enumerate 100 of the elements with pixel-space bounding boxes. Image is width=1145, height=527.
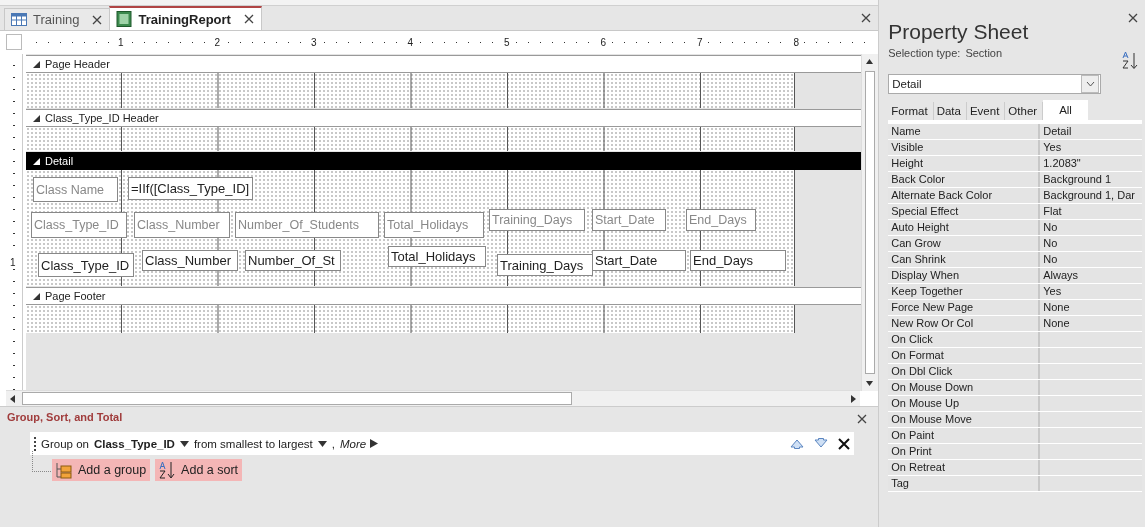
add-sort-button[interactable]: Add a sort xyxy=(155,459,243,481)
add-group-button[interactable]: Add a group xyxy=(52,459,151,481)
property-value[interactable]: Background 1, Dar xyxy=(1040,188,1143,203)
section-bar[interactable]: Page Header xyxy=(26,55,861,73)
property-name: Can Shrink xyxy=(888,252,1041,267)
close-icon xyxy=(91,13,104,26)
property-value[interactable] xyxy=(1040,412,1143,427)
document-tab[interactable]: TrainingReport xyxy=(109,6,262,30)
collapse-arrow-icon xyxy=(32,291,41,301)
ruler-number: 2 xyxy=(213,36,221,48)
close-icon xyxy=(856,413,869,425)
section-title: Class_Type_ID Header xyxy=(45,112,159,124)
object-selector-dropdown[interactable]: Detail xyxy=(888,74,1102,94)
chevron-down-icon xyxy=(1085,81,1095,87)
table-icon xyxy=(11,11,27,28)
report-label[interactable]: Total_Holidays xyxy=(384,212,484,238)
collapse-arrow-icon xyxy=(32,113,41,123)
property-value[interactable]: Yes xyxy=(1040,284,1143,299)
text-box-control[interactable]: Training_Days xyxy=(497,254,593,276)
property-value[interactable]: Flat xyxy=(1040,204,1143,219)
property-value[interactable]: Detail xyxy=(1040,124,1143,139)
ruler-number: 1 xyxy=(10,257,16,268)
selection-type-label: Selection type: xyxy=(888,47,961,59)
property-value[interactable] xyxy=(1040,364,1143,379)
property-name: Force New Page xyxy=(888,300,1041,315)
property-name: Visible xyxy=(888,140,1041,155)
report-label[interactable]: Class Name xyxy=(33,177,118,202)
move-down-icon xyxy=(814,438,829,449)
ruler-number: 3 xyxy=(309,36,318,48)
close-icon xyxy=(242,13,255,25)
property-value[interactable] xyxy=(1040,444,1143,459)
panel-title: Property Sheet xyxy=(888,20,1030,44)
property-name: Height xyxy=(888,156,1041,171)
property-value[interactable]: No xyxy=(1040,236,1143,251)
property-name: Auto Height xyxy=(888,220,1041,235)
report-label[interactable]: Start_Date xyxy=(592,209,666,231)
text-box-control[interactable]: Class_Type_ID xyxy=(38,253,134,277)
vertical-scrollbar[interactable] xyxy=(861,54,879,391)
drag-handle[interactable] xyxy=(34,436,36,451)
ruler-number: 6 xyxy=(599,36,607,48)
report-label[interactable]: Number_Of_Students xyxy=(235,212,379,238)
text-box-control[interactable]: Start_Date xyxy=(592,250,686,271)
property-value[interactable] xyxy=(1040,396,1143,411)
sort-order-dropdown[interactable]: from smallest to largest xyxy=(193,437,327,450)
property-name: New Row Or Col xyxy=(888,316,1041,331)
field-dropdown[interactable]: Class_Type_ID xyxy=(93,437,189,450)
text-box-control[interactable]: Class_Number xyxy=(142,250,238,271)
property-name: On Mouse Down xyxy=(888,380,1041,395)
property-name: On Paint xyxy=(888,428,1041,443)
property-value[interactable] xyxy=(1040,460,1143,475)
document-tab[interactable]: Training xyxy=(4,8,111,30)
panel-title: Group, Sort, and Total xyxy=(7,411,123,423)
ruler-number: 8 xyxy=(792,36,800,48)
section-title: Page Footer xyxy=(45,290,106,302)
caret-icon xyxy=(317,440,327,447)
text-box-control[interactable]: Total_Holidays xyxy=(388,246,486,267)
property-value[interactable] xyxy=(1040,348,1143,363)
property-value[interactable]: Yes xyxy=(1040,140,1143,155)
section-bar[interactable]: Page Footer xyxy=(26,287,861,305)
property-name: On Dbl Click xyxy=(888,364,1041,379)
property-value[interactable]: 1.2083" xyxy=(1040,156,1143,171)
property-tab[interactable]: All xyxy=(1043,100,1088,120)
property-value[interactable]: No xyxy=(1040,220,1143,235)
report-label[interactable]: Class_Type_ID xyxy=(31,212,127,238)
section-bar[interactable]: Detail xyxy=(26,152,861,170)
property-value[interactable]: None xyxy=(1040,316,1143,331)
property-value[interactable]: Background 1 xyxy=(1040,172,1143,187)
collapse-arrow-icon xyxy=(32,156,41,166)
more-link[interactable]: More xyxy=(340,437,379,450)
close-icon xyxy=(1127,12,1139,24)
report-label[interactable]: End_Days xyxy=(686,209,756,231)
property-name: Back Color xyxy=(888,172,1041,187)
ruler-number: 5 xyxy=(502,36,511,48)
move-up-icon xyxy=(790,438,805,449)
section-title: Detail xyxy=(45,155,74,167)
property-value[interactable] xyxy=(1040,476,1143,491)
text-box-control[interactable]: End_Days xyxy=(690,250,786,271)
report-label[interactable]: Class_Number xyxy=(134,212,230,238)
property-name: Tag xyxy=(888,476,1041,491)
property-name: Name xyxy=(888,124,1041,139)
property-value[interactable]: None xyxy=(1040,300,1143,315)
select-report-box[interactable] xyxy=(6,34,22,50)
report-label[interactable]: Training_Days xyxy=(489,209,585,231)
property-name: On Mouse Up xyxy=(888,396,1041,411)
text-box-control[interactable]: =IIf([Class_Type_ID] xyxy=(128,177,253,200)
group-icon xyxy=(56,461,73,479)
section-bar[interactable]: Class_Type_ID Header xyxy=(26,109,861,127)
property-name: Special Effect xyxy=(888,204,1041,219)
sort-icon xyxy=(1122,51,1140,69)
text-box-control[interactable]: Number_Of_St xyxy=(245,250,341,271)
property-value[interactable]: No xyxy=(1040,252,1143,267)
horizontal-scrollbar[interactable] xyxy=(6,390,861,406)
group-on-label: Group on xyxy=(41,437,89,450)
group-level-row[interactable]: Group on Class_Type_ID from smallest to largest , More xyxy=(30,432,855,455)
selection-type-value: Section xyxy=(965,47,1003,59)
property-value[interactable] xyxy=(1040,428,1143,443)
property-value[interactable] xyxy=(1040,332,1143,347)
property-value[interactable]: Always xyxy=(1040,268,1143,283)
play-arrow-icon xyxy=(370,439,379,448)
property-value[interactable] xyxy=(1040,380,1143,395)
